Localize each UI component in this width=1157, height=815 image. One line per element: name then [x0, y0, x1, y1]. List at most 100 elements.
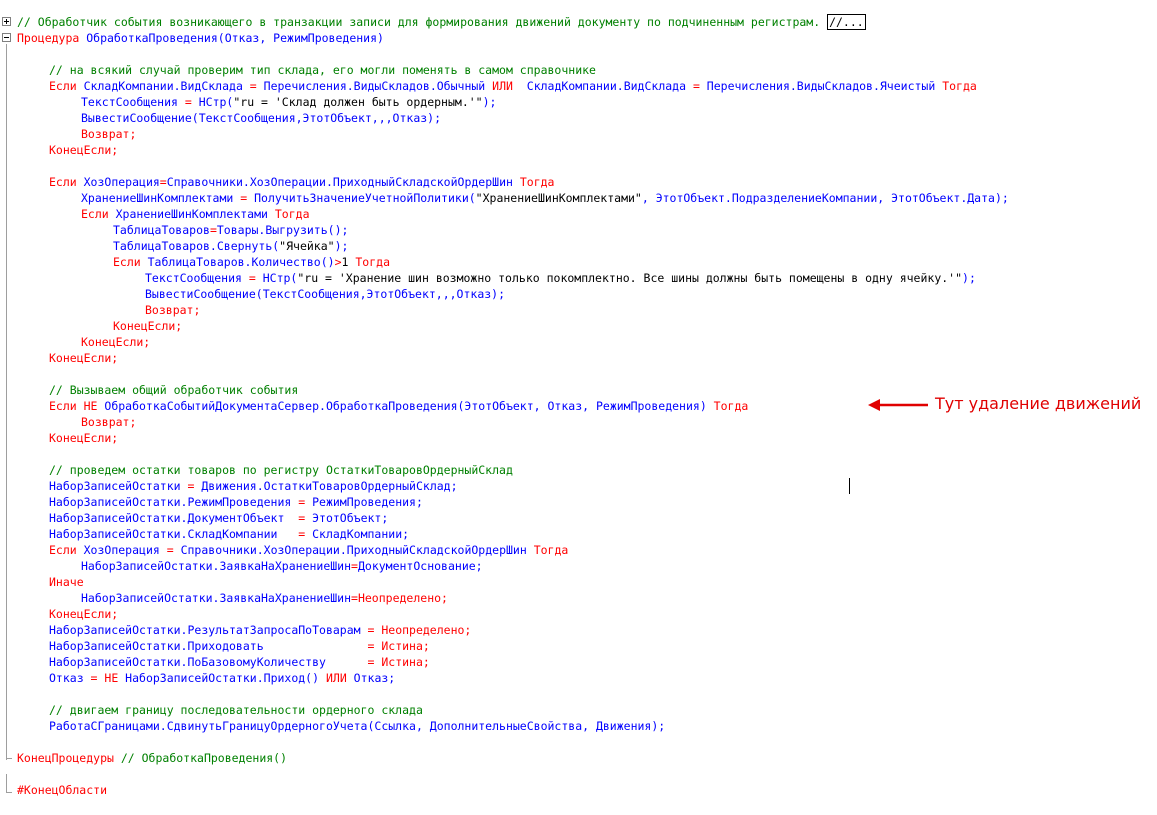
code-line[interactable]: НаборЗаписейОстатки.ПоБазовомуКоличеству… — [49, 654, 430, 670]
code-line[interactable]: РаботаСГраницами.СдвинутьГраницуОрдерног… — [49, 718, 665, 734]
code-token: Тогда — [942, 79, 977, 93]
code-token: Отказ; — [346, 671, 396, 685]
code-line[interactable]: Возврат; — [81, 414, 136, 430]
code-token: Справочники.ХозОперации.ПриходныйСкладск… — [166, 175, 520, 189]
fold-expand-icon[interactable] — [2, 17, 11, 26]
code-line[interactable]: КонецПроцедуры // ОбработкаПроведения() — [17, 750, 287, 766]
code-token: ТекстСообщения — [81, 95, 185, 109]
code-token: = — [248, 271, 256, 285]
fold-end-tick — [6, 758, 12, 759]
code-token: Тогда — [519, 175, 555, 189]
code-token: // Обработчик события возникающего в тра… — [17, 15, 828, 29]
code-token: КонецЕсли; — [49, 607, 119, 621]
code-token: ТаблицаТоваров.Свернуть( — [113, 239, 280, 253]
code-line[interactable]: КонецЕсли; — [81, 334, 150, 350]
code-line[interactable]: НаборЗаписейОстатки.ЗаявкаНаХранениеШин=… — [81, 558, 483, 574]
code-line[interactable]: ТаблицаТоваров=Товары.Выгрузить(); — [113, 222, 348, 238]
code-token: ТаблицаТоваров.Количество() — [140, 255, 335, 269]
code-token: КонецЕсли; — [49, 431, 119, 445]
code-token: Возврат; — [145, 303, 201, 317]
code-line[interactable]: ВывестиСообщение(ТекстСообщения,ЭтотОбъе… — [81, 110, 441, 126]
code-line[interactable]: Если ХозОперация=Справочники.ХозОперации… — [49, 174, 554, 190]
code-line[interactable]: Если НЕ ОбработкаСобытийДокументаСервер.… — [49, 398, 748, 414]
code-line[interactable]: КонецЕсли; — [113, 318, 182, 334]
code-line[interactable]: Иначе — [49, 574, 84, 590]
code-line[interactable]: ВывестиСообщение(ТекстСообщения,ЭтотОбъе… — [145, 286, 505, 302]
code-token: КонецПроцедуры — [17, 751, 114, 765]
code-token: = Неопределено; — [367, 623, 472, 637]
code-line[interactable]: // на всякий случай проверим тип склада,… — [49, 62, 596, 78]
code-line[interactable]: КонецЕсли; — [49, 606, 118, 622]
code-line[interactable]: // Обработчик события возникающего в тра… — [17, 14, 866, 30]
code-line[interactable]: НаборЗаписейОстатки.Приходовать = Истина… — [49, 638, 430, 654]
code-line[interactable]: Возврат; — [81, 126, 136, 142]
code-token: Процедура — [17, 31, 80, 45]
code-token: = Истина; — [367, 655, 430, 669]
code-line[interactable]: НаборЗаписейОстатки.ДокументОбъект = Это… — [49, 510, 388, 526]
code-line[interactable]: КонецЕсли; — [49, 430, 118, 446]
code-token: // проведем остатки товаров по регистру … — [49, 463, 513, 477]
code-token: = — [249, 79, 257, 93]
code-token: // Вызываем общий обработчик события — [49, 383, 299, 397]
code-line[interactable]: // двигаем границу последовательности ор… — [49, 702, 423, 718]
code-token: ); — [482, 95, 497, 109]
code-token: = — [166, 543, 174, 557]
code-token: Перечисления.ВидыСкладов.Ячеистый — [699, 79, 943, 93]
code-token: Тогда — [713, 399, 749, 413]
code-token: ТекстСообщения — [145, 271, 249, 285]
code-token: "Ячейка" — [279, 239, 335, 253]
code-token: КонецЕсли; — [49, 143, 119, 157]
fold-end-tick — [6, 792, 12, 793]
code-token: ДокументОснование; — [357, 559, 483, 573]
code-token: НаборЗаписейОстатки.СкладКомпании — [49, 527, 299, 541]
code-line[interactable]: ХранениеШинКомплектами = ПолучитьЗначени… — [81, 190, 1009, 206]
code-line[interactable]: // Вызываем общий обработчик события — [49, 382, 298, 398]
collapsed-comment-marker[interactable]: //... — [827, 14, 866, 30]
code-token: = НЕ — [90, 671, 119, 685]
code-line[interactable]: ТекстСообщения = НСтр("ru = 'Склад долже… — [81, 94, 496, 110]
code-line[interactable]: НаборЗаписейОстатки.РежимПроведения = Ре… — [49, 494, 423, 510]
code-line[interactable]: #КонецОбласти — [17, 782, 107, 798]
code-line[interactable]: НаборЗаписейОстатки.РезультатЗапросаПоТо… — [49, 622, 471, 638]
code-token: НаборЗаписейОстатки.РежимПроведения — [49, 495, 299, 509]
code-token: Если НЕ — [49, 399, 98, 413]
code-line[interactable]: КонецЕсли; — [49, 350, 118, 366]
code-line[interactable]: Если ХозОперация = Справочники.ХозОперац… — [49, 542, 568, 558]
fold-collapse-icon[interactable] — [2, 33, 11, 42]
code-line[interactable]: Процедура ОбработкаПроведения(Отказ, Реж… — [17, 30, 384, 46]
code-line[interactable]: Возврат; — [145, 302, 200, 318]
code-token: Тогда — [533, 543, 569, 557]
code-token: Иначе — [49, 575, 84, 589]
code-token: = — [209, 223, 217, 237]
code-token: НСтр( — [255, 271, 298, 285]
code-token: ЭтотОбъект; — [305, 511, 389, 525]
code-token: "ХранениеШинКомплектами" — [475, 191, 642, 205]
code-line[interactable]: НаборЗаписейОстатки.СкладКомпании = Скла… — [49, 526, 409, 542]
code-line[interactable]: Если ХранениеШинКомплектами Тогда — [81, 206, 310, 222]
code-token: РаботаСГраницами.СдвинутьГраницуОрдерног… — [49, 719, 666, 733]
code-token: Возврат; — [81, 415, 137, 429]
code-line[interactable]: ТаблицаТоваров.Свернуть("Ячейка"); — [113, 238, 348, 254]
code-line[interactable]: // проведем остатки товаров по регистру … — [49, 462, 513, 478]
code-token: > — [334, 255, 342, 269]
code-token: Движения.ОстаткиТоваровОрдерныйСклад; — [194, 479, 458, 493]
code-line[interactable]: ТекстСообщения = НСтр("ru = 'Хранение ши… — [145, 270, 976, 286]
code-line[interactable]: НаборЗаписейОстатки.ЗаявкаНаХранениеШин=… — [81, 590, 448, 606]
code-editor[interactable]: // Обработчик события возникающего в тра… — [0, 0, 1157, 815]
code-line[interactable]: Если СкладКомпании.ВидСклада = Перечисле… — [49, 78, 977, 94]
code-token: КонецЕсли; — [113, 319, 183, 333]
code-line[interactable]: КонецЕсли; — [49, 142, 118, 158]
code-line[interactable]: НаборЗаписейОстатки = Движения.ОстаткиТо… — [49, 478, 458, 494]
code-token: // на всякий случай проверим тип склада,… — [49, 63, 596, 77]
code-token: Отказ — [49, 671, 91, 685]
code-line[interactable]: Если ТаблицаТоваров.Количество()>1 Тогда — [113, 254, 390, 270]
code-token: // двигаем границу последовательности ор… — [49, 703, 423, 717]
code-token: Тогда — [355, 255, 390, 269]
code-token: НаборЗаписейОстатки.ПоБазовомуКоличеству — [49, 655, 368, 669]
code-token: ПолучитьЗначениеУчетнойПолитики( — [247, 191, 476, 205]
code-token: СкладКомпании.ВидСклада — [76, 79, 250, 93]
code-token: "ru = 'Склад должен быть ордерным.'" — [233, 95, 483, 109]
code-token: ); — [334, 239, 349, 253]
code-line[interactable]: Отказ = НЕ НаборЗаписейОстатки.Приход() … — [49, 670, 395, 686]
code-token: ХозОперация — [76, 543, 167, 557]
